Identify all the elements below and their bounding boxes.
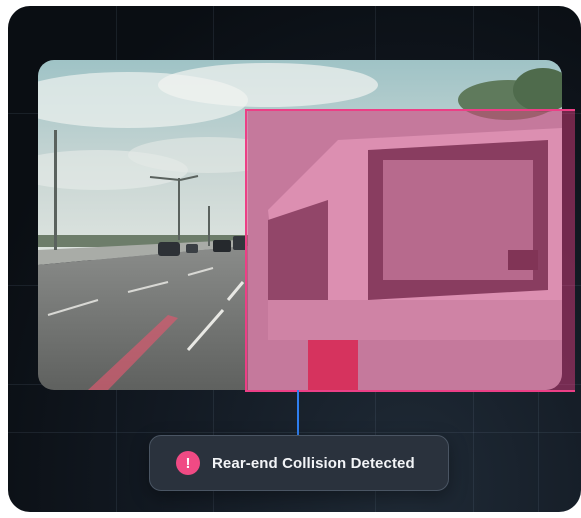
exclamation-circle-icon: ! — [176, 451, 200, 475]
alert-connector-line — [297, 390, 299, 436]
alert-label: Rear-end Collision Detected — [212, 454, 415, 472]
collision-detection-box — [245, 109, 575, 392]
grid-line — [8, 432, 581, 433]
collision-alert-badge[interactable]: ! Rear-end Collision Detected — [149, 435, 449, 491]
collision-detection-card: ! Rear-end Collision Detected — [8, 6, 581, 512]
